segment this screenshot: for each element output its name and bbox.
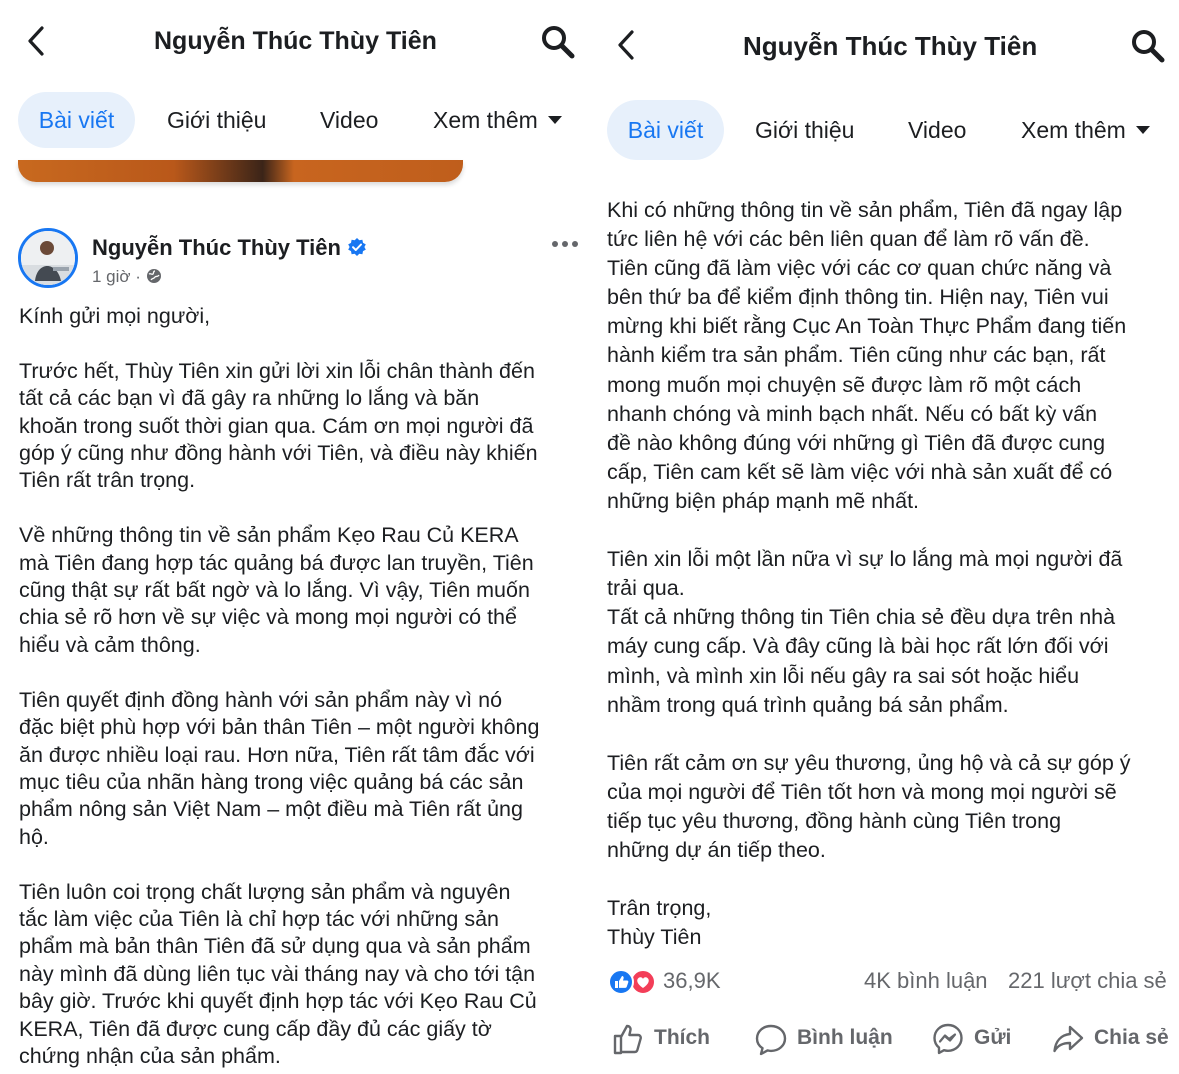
top-bar: Nguyễn Thúc Thùy Tiên (592, 0, 1179, 80)
avatar[interactable] (18, 228, 78, 288)
left-screenshot-panel: Nguyễn Thúc Thùy Tiên Bài viết Giới thiệ… (0, 0, 590, 1074)
thumbs-up-icon (613, 1024, 642, 1055)
avatar-image (21, 231, 75, 285)
post-meta: 1 giờ · (92, 267, 162, 287)
tab-about[interactable]: Giới thiệu (755, 117, 854, 144)
love-reaction-icon (630, 969, 656, 995)
reaction-icons[interactable] (607, 968, 657, 996)
reaction-count[interactable]: 36,9K (663, 968, 721, 994)
messenger-icon (933, 1023, 963, 1055)
search-icon[interactable] (540, 24, 576, 60)
back-icon[interactable] (612, 28, 642, 62)
page-title: Nguyễn Thúc Thùy Tiên (154, 27, 437, 55)
like-label: Thích (654, 1026, 710, 1049)
tab-see-more-label: Xem thêm (1021, 117, 1126, 143)
page-title: Nguyễn Thúc Thùy Tiên (743, 31, 1038, 61)
share-arrow-icon (1053, 1025, 1084, 1053)
send-label: Gửi (974, 1026, 1012, 1049)
globe-icon (146, 269, 161, 283)
tab-posts[interactable]: Bài viết (18, 92, 135, 148)
verified-badge-icon (348, 238, 366, 257)
tab-about[interactable]: Giới thiệu (167, 107, 266, 134)
top-bar: Nguyễn Thúc Thùy Tiên (0, 0, 590, 80)
profile-tabs: Bài viết Giới thiệu Video Xem thêm (592, 100, 1179, 160)
meta-separator: · (135, 267, 141, 286)
post-time[interactable]: 1 giờ (92, 267, 131, 286)
back-icon[interactable] (22, 24, 52, 58)
comment-count[interactable]: 4K bình luận (864, 968, 988, 994)
share-label: Chia sẻ (1094, 1026, 1169, 1049)
tab-posts[interactable]: Bài viết (607, 100, 724, 160)
search-icon[interactable] (1130, 28, 1166, 64)
right-screenshot-panel: Nguyễn Thúc Thùy Tiên Bài viết Giới thiệ… (592, 0, 1179, 1074)
tab-video[interactable]: Video (908, 117, 966, 144)
post-author-name: Nguyễn Thúc Thùy Tiên (92, 235, 341, 260)
tab-video[interactable]: Video (320, 107, 378, 134)
chevron-down-icon (1135, 125, 1150, 134)
post-body-part-2: Khi có những thông tin về sản phẩm, Tiên… (607, 198, 1131, 950)
comment-label: Bình luận (797, 1026, 893, 1049)
post-author[interactable]: Nguyễn Thúc Thùy Tiên (92, 235, 367, 261)
profile-tabs: Bài viết Giới thiệu Video Xem thêm (0, 92, 590, 152)
tab-see-more[interactable]: Xem thêm (433, 107, 562, 134)
share-count[interactable]: 221 lượt chia sẻ (1008, 968, 1167, 994)
chevron-down-icon (547, 115, 562, 124)
tab-see-more-label: Xem thêm (433, 107, 538, 133)
tab-see-more[interactable]: Xem thêm (1021, 117, 1150, 144)
previous-post-photo[interactable] (18, 160, 463, 182)
like-reaction-icon (608, 969, 634, 995)
more-options-icon[interactable] (551, 237, 579, 251)
comment-bubble-icon (755, 1024, 787, 1056)
post-body-part-1: Kính gửi mọi người, Trước hết, Thùy Tiên… (19, 304, 540, 1068)
